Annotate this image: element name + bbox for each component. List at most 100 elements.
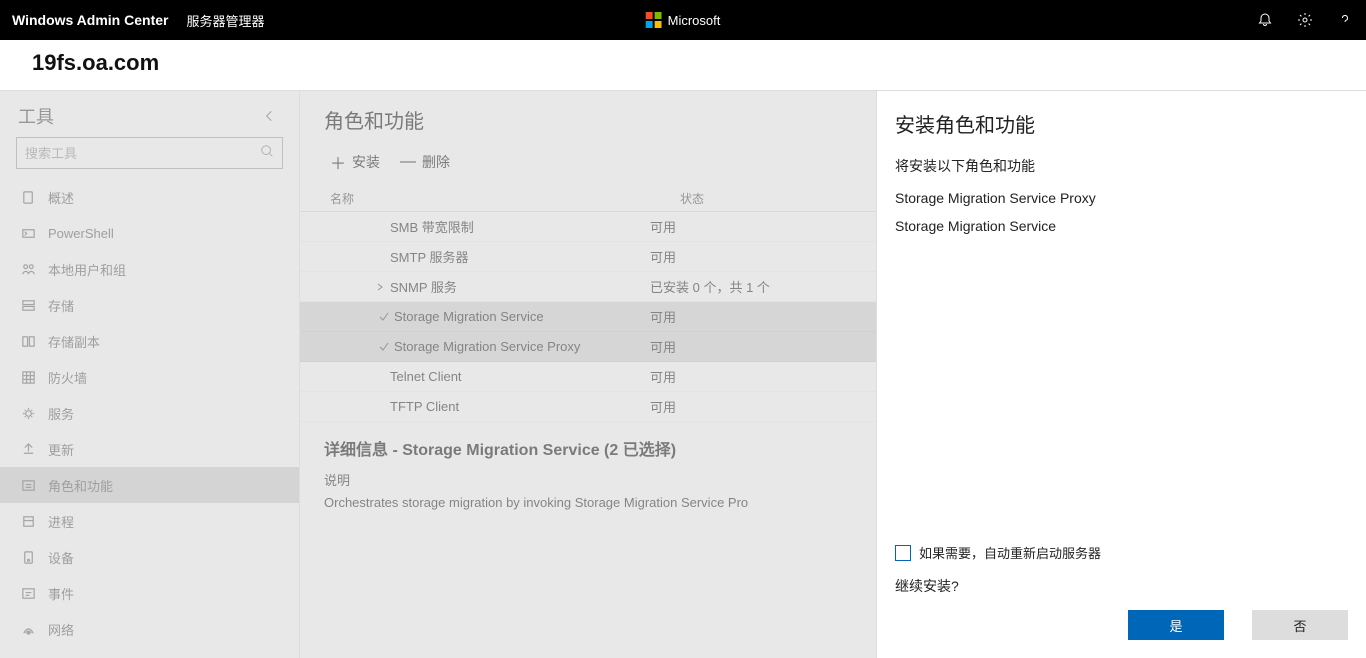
tools-header: 工具 (0, 91, 299, 137)
feature-name[interactable]: Storage Migration Service Proxy (394, 339, 580, 354)
panel-feature-list: Storage Migration Service ProxyStorage M… (895, 190, 1348, 246)
tool-icon (20, 297, 36, 313)
feature-row[interactable]: Storage Migration Service 可用 (300, 302, 876, 332)
sidebar-item[interactable]: 角色和功能 (0, 467, 299, 503)
install-panel: 安装角色和功能 将安装以下角色和功能 Storage Migration Ser… (876, 90, 1366, 658)
feature-name[interactable]: Telnet Client (390, 369, 462, 384)
sidebar-item[interactable]: PowerShell (0, 215, 299, 251)
feature-row[interactable]: SMTP 服务器可用 (300, 242, 876, 272)
feature-name-cell: Storage Migration Service Proxy (330, 339, 650, 354)
feature-status: 已安装 0 个，共 1 个 (650, 277, 876, 296)
app-title: Windows Admin Center (12, 12, 168, 28)
search-input[interactable] (25, 146, 260, 161)
confirm-text: 继续安装? (895, 576, 1348, 596)
page-title: 角色和功能 (300, 91, 876, 144)
sidebar-item[interactable]: 概述 (0, 179, 299, 215)
feature-name-cell: TFTP Client (330, 399, 650, 414)
sidebar-item[interactable]: 防火墙 (0, 359, 299, 395)
auto-restart-row: 如果需要，自动重新启动服务器 (895, 543, 1348, 562)
context-dropdown[interactable]: 服务器管理器 (186, 11, 268, 30)
toolbar: ＋ 安装 — 删除 (300, 144, 876, 184)
remove-button[interactable]: — 删除 (400, 150, 450, 174)
chevron-right-icon[interactable] (374, 283, 386, 291)
details-sub: 说明 (324, 470, 876, 489)
top-bar-left: Windows Admin Center 服务器管理器 (12, 11, 268, 30)
tool-icon (20, 513, 36, 529)
collapse-sidebar-button[interactable] (257, 104, 281, 128)
sidebar-item-label: 防火墙 (48, 368, 87, 387)
sidebar-item-label: 本地用户和组 (48, 260, 126, 279)
feature-status: 可用 (650, 337, 876, 356)
context-label: 服务器管理器 (186, 11, 264, 30)
feature-row[interactable]: Telnet Client 可用 (300, 362, 876, 392)
sidebar-item[interactable]: 设备 (0, 539, 299, 575)
feature-name-cell: SMTP 服务器 (330, 247, 650, 266)
tool-icon (20, 261, 36, 277)
panel-feature-item: Storage Migration Service (895, 218, 1348, 234)
feature-status: 可用 (650, 397, 876, 416)
feature-name[interactable]: SMTP 服务器 (390, 247, 469, 266)
sidebar-item-label: 网络 (48, 620, 74, 639)
col-name: 名称 (330, 190, 680, 207)
tool-icon (20, 585, 36, 601)
sidebar-item[interactable]: 进程 (0, 503, 299, 539)
tool-icon (20, 549, 36, 565)
feature-row[interactable]: SMB 带宽限制可用 (300, 212, 876, 242)
sidebar-item-label: 事件 (48, 584, 74, 603)
tools-sidebar: 工具 概述 PowerShell 本地用户和组存储存储副本防火墙服务更新角色和功能进… (0, 90, 300, 658)
feature-row[interactable]: Storage Migration Service Proxy 可用 (300, 332, 876, 362)
top-bar: Windows Admin Center 服务器管理器 Microsoft (0, 0, 1366, 40)
notifications-icon[interactable] (1256, 11, 1274, 29)
yes-button[interactable]: 是 (1128, 610, 1224, 640)
sidebar-item[interactable]: 事件 (0, 575, 299, 611)
feature-name-cell: SNMP 服务 (330, 277, 650, 296)
tool-icon (20, 189, 36, 205)
feature-status: 可用 (650, 307, 876, 326)
panel-subtitle: 将安装以下角色和功能 (895, 156, 1348, 176)
feature-name[interactable]: TFTP Client (390, 399, 459, 414)
sidebar-item[interactable]: 服务 (0, 395, 299, 431)
panel-title: 安装角色和功能 (895, 109, 1348, 138)
feature-row[interactable]: SNMP 服务 已安装 0 个，共 1 个 (300, 272, 876, 302)
brand-label: Microsoft (668, 13, 721, 28)
top-bar-right (1256, 11, 1354, 29)
sidebar-item[interactable]: 存储副本 (0, 323, 299, 359)
details-title: 详细信息 - Storage Migration Service (2 已选择) (324, 436, 876, 460)
auto-restart-checkbox[interactable] (895, 545, 911, 561)
feature-status: 可用 (650, 367, 876, 386)
feature-row[interactable]: TFTP Client 可用 (300, 392, 876, 422)
sidebar-item-label: 更新 (48, 440, 74, 459)
feature-name[interactable]: SMB 带宽限制 (390, 217, 474, 236)
sidebar-item[interactable]: 网络 (0, 611, 299, 647)
search-wrap (0, 137, 299, 179)
no-button[interactable]: 否 (1252, 610, 1348, 640)
plus-icon: ＋ (330, 150, 346, 174)
check-icon (378, 342, 390, 352)
sidebar-item[interactable]: 本地用户和组 (0, 251, 299, 287)
sidebar-item-label: 角色和功能 (48, 476, 113, 495)
feature-name[interactable]: Storage Migration Service (394, 309, 544, 324)
sidebar-item-label: 概述 (48, 188, 74, 207)
col-status: 状态 (680, 190, 876, 207)
feature-name-cell: Telnet Client (330, 369, 650, 384)
sidebar-item-label: 存储 (48, 296, 74, 315)
feature-name-cell: SMB 带宽限制 (330, 217, 650, 236)
server-header: 19fs.oa.com (0, 40, 1366, 90)
microsoft-logo-icon (646, 12, 662, 28)
feature-list: SMB 带宽限制可用SMTP 服务器可用SNMP 服务已安装 0 个，共 1 个… (300, 212, 876, 422)
sidebar-item[interactable]: 更新 (0, 431, 299, 467)
sidebar-item[interactable]: 存储 (0, 287, 299, 323)
tool-icon (20, 405, 36, 421)
brand: Microsoft (646, 12, 721, 28)
auto-restart-label: 如果需要，自动重新启动服务器 (919, 543, 1101, 562)
feature-name-cell: Storage Migration Service (330, 309, 650, 324)
tools-heading: 工具 (18, 103, 54, 129)
sidebar-item-label: 服务 (48, 404, 74, 423)
search-box[interactable] (16, 137, 283, 169)
server-name: 19fs.oa.com (32, 50, 1366, 76)
help-icon[interactable] (1336, 11, 1354, 29)
install-button[interactable]: ＋ 安装 (330, 150, 380, 174)
feature-name[interactable]: SNMP 服务 (390, 277, 457, 296)
check-icon (378, 312, 390, 322)
settings-icon[interactable] (1296, 11, 1314, 29)
